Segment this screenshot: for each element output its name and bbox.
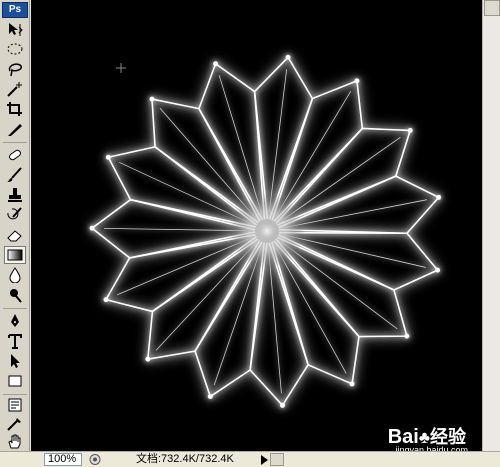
petal-tip-highlight: [207, 394, 213, 400]
brush-tool-icon[interactable]: [4, 166, 26, 184]
petal-vein: [213, 249, 261, 386]
lasso-tool-icon[interactable]: [4, 60, 26, 78]
vertical-scrollbar[interactable]: [482, 0, 500, 451]
clone-stamp-icon[interactable]: [4, 186, 26, 204]
petal-tip-highlight: [354, 78, 360, 84]
glowing-flower-artwork: [89, 54, 442, 408]
document-canvas[interactable]: [31, 0, 482, 451]
move-tool-icon[interactable]: [4, 20, 26, 38]
magic-wand-icon[interactable]: [4, 80, 26, 98]
gradient-tool-icon[interactable]: [4, 246, 26, 264]
tool-separator: [3, 394, 27, 395]
photoshop-logo[interactable]: Ps: [2, 2, 28, 18]
petal-tip-highlight: [145, 356, 151, 362]
crosshair-cursor-icon: [116, 63, 126, 73]
petal-vein: [104, 227, 248, 232]
petal-tip-highlight: [285, 54, 291, 60]
watermark-brand-tail: 经验: [430, 427, 466, 447]
document-size-info: 文档:732.4K/732.4K: [136, 453, 234, 465]
petal-tip-highlight: [279, 402, 285, 408]
eraser-icon[interactable]: [4, 226, 26, 244]
petal-tip-highlight: [149, 96, 155, 102]
petal-tip-highlight: [105, 154, 111, 160]
type-tool-icon[interactable]: [4, 332, 26, 350]
blur-tool-icon[interactable]: [4, 266, 26, 284]
petal-tip-highlight: [435, 267, 441, 273]
zoom-level-field[interactable]: 100%: [44, 453, 82, 466]
petal-tip-highlight: [103, 297, 109, 303]
path-select-icon[interactable]: [4, 352, 26, 370]
dodge-tool-icon[interactable]: [4, 286, 26, 304]
scroll-left-button[interactable]: [270, 453, 284, 466]
notes-tool-icon[interactable]: [4, 396, 26, 414]
status-menu-arrow-icon[interactable]: [261, 455, 268, 465]
marquee-tool-icon[interactable]: [4, 40, 26, 58]
baidu-jingyan-watermark: Bai♣经验 jingyan.baidu.com: [388, 423, 468, 455]
petal-tip-highlight: [349, 381, 355, 387]
healing-brush-icon[interactable]: [4, 146, 26, 164]
shape-tool-icon[interactable]: [4, 372, 26, 390]
tool-separator: [3, 308, 27, 309]
scroll-up-button[interactable]: [484, 0, 500, 16]
pen-tool-icon[interactable]: [4, 312, 26, 330]
tools-palette: Ps: [0, 0, 30, 451]
petal-tip-highlight: [89, 225, 95, 231]
status-bar: 100% 文档:732.4K/732.4K: [0, 451, 500, 467]
petal-tip-highlight: [436, 194, 442, 200]
history-brush-icon[interactable]: [4, 206, 26, 224]
status-info-icon[interactable]: [88, 453, 102, 466]
petal-tip-highlight: [407, 127, 413, 133]
slice-tool-icon[interactable]: [4, 120, 26, 138]
petal-tip-highlight: [404, 333, 410, 339]
tool-separator: [3, 142, 27, 143]
crop-tool-icon[interactable]: [4, 100, 26, 118]
hand-tool-icon[interactable]: [4, 432, 26, 450]
petal-tip-highlight: [213, 61, 219, 67]
eyedropper-icon[interactable]: [4, 414, 26, 432]
